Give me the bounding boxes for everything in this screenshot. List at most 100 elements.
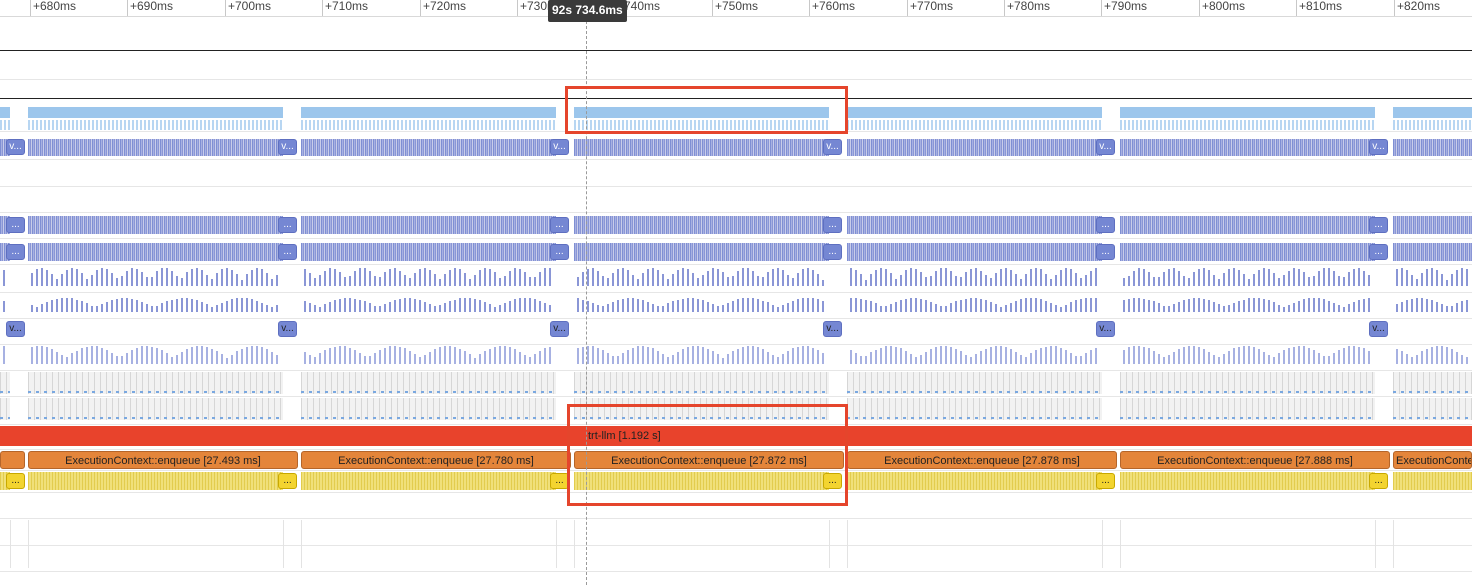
kernel-bar[interactable]: [980, 299, 982, 312]
kernel-bar[interactable]: [1128, 276, 1130, 286]
kernel-bar[interactable]: [504, 346, 506, 364]
kernel-bar[interactable]: [1348, 304, 1350, 312]
kernel-bar[interactable]: [1213, 302, 1215, 312]
kernel-bar[interactable]: [722, 305, 724, 312]
kernel-bar[interactable]: [812, 270, 814, 286]
kernel-bar[interactable]: [975, 354, 977, 364]
kernel-bar[interactable]: [865, 356, 867, 364]
kernel-bar[interactable]: [895, 302, 897, 312]
kernel-bar[interactable]: [226, 358, 228, 364]
kernel-bar[interactable]: [51, 300, 53, 312]
kernel-bar[interactable]: [86, 303, 88, 312]
kernel-bar[interactable]: [1421, 298, 1423, 312]
kernel-bar[interactable]: [1188, 299, 1190, 312]
kernel-bar[interactable]: [509, 271, 511, 286]
kernel-bar[interactable]: [31, 305, 33, 312]
kernel-bar[interactable]: [617, 356, 619, 364]
kernel-bar[interactable]: [855, 270, 857, 286]
kernel-bar[interactable]: [1090, 298, 1092, 312]
kernel-bar[interactable]: [499, 278, 501, 286]
kernel-bar[interactable]: [206, 347, 208, 364]
kernel-bar[interactable]: [309, 355, 311, 364]
kernel-bar[interactable]: [1253, 347, 1255, 364]
kernel-bar[interactable]: [925, 277, 927, 286]
kernel-bar[interactable]: [261, 347, 263, 364]
kernel-bar[interactable]: [161, 303, 163, 312]
kernel-bar[interactable]: [186, 298, 188, 312]
kernel-bar[interactable]: [860, 274, 862, 286]
kernel-row-slice[interactable]: [1120, 243, 1375, 261]
kernel-bar[interactable]: [1263, 299, 1265, 312]
kernel-bar[interactable]: [905, 351, 907, 364]
kernel-row-slice[interactable]: [1393, 243, 1472, 261]
kernel-bar[interactable]: [241, 298, 243, 312]
kernel-bar[interactable]: [870, 274, 872, 286]
kernel-bar[interactable]: [1318, 353, 1320, 364]
kernel-bar[interactable]: [717, 306, 719, 312]
kernel-bar[interactable]: [662, 306, 664, 312]
kernel-bar[interactable]: [81, 301, 83, 312]
kernel-bar[interactable]: [171, 271, 173, 286]
kernel-bar[interactable]: [1338, 305, 1340, 312]
kernel-bar[interactable]: [1158, 277, 1160, 286]
kernel-bar[interactable]: [1243, 274, 1245, 286]
kernel-bar[interactable]: [875, 350, 877, 364]
kernel-bar[interactable]: [1228, 351, 1230, 364]
kernel-bar[interactable]: [464, 298, 466, 312]
kernel-bar[interactable]: [1085, 353, 1087, 364]
kernel-bar[interactable]: [930, 349, 932, 364]
kernel-bar[interactable]: [577, 277, 579, 286]
kernel-bar[interactable]: [985, 300, 987, 312]
kernel-bar[interactable]: [647, 347, 649, 364]
kernel-bar[interactable]: [61, 298, 63, 312]
kernel-bar[interactable]: [702, 300, 704, 312]
kernel-bar[interactable]: [707, 349, 709, 364]
kernel-bar[interactable]: [1183, 300, 1185, 312]
kernel-bar[interactable]: [1040, 348, 1042, 364]
kernel-row-slice[interactable]: [1393, 216, 1472, 234]
kernel-bar[interactable]: [276, 355, 278, 364]
kernel-bar[interactable]: [1258, 298, 1260, 312]
collapsed-slice-chip[interactable]: v...: [1096, 321, 1115, 337]
kernel-bar[interactable]: [1223, 354, 1225, 364]
kernel-bar[interactable]: [787, 303, 789, 312]
memcpy-slice[interactable]: [28, 107, 283, 118]
kernel-bar[interactable]: [767, 302, 769, 312]
kernel-bar[interactable]: [792, 278, 794, 286]
kernel-bar[interactable]: [985, 275, 987, 286]
kernel-bar[interactable]: [1223, 306, 1225, 312]
kernel-bar[interactable]: [1456, 352, 1458, 364]
kernel-bar[interactable]: [46, 270, 48, 286]
kernel-bar[interactable]: [1085, 298, 1087, 312]
kernel-bar[interactable]: [31, 273, 33, 286]
kernel-bar[interactable]: [106, 350, 108, 364]
kernel-bar[interactable]: [1035, 268, 1037, 286]
kernel-bar[interactable]: [1411, 299, 1413, 312]
kernel-bar[interactable]: [935, 304, 937, 312]
kernel-bar[interactable]: [752, 298, 754, 312]
kernel-bar[interactable]: [166, 268, 168, 286]
kernel-bar[interactable]: [201, 346, 203, 364]
kernel-bar[interactable]: [1213, 275, 1215, 286]
kernel-bar[interactable]: [374, 276, 376, 286]
kernel-bar[interactable]: [787, 351, 789, 364]
kernel-bar[interactable]: [489, 304, 491, 312]
kernel-bar[interactable]: [379, 306, 381, 312]
kernel-bar[interactable]: [1138, 298, 1140, 312]
memcpy-slice[interactable]: [1393, 107, 1472, 118]
kernel-bar[interactable]: [1461, 268, 1463, 286]
kernel-bar[interactable]: [1173, 268, 1175, 286]
kernel-bar[interactable]: [1293, 268, 1295, 286]
kernel-bar[interactable]: [1416, 298, 1418, 312]
kernel-bar[interactable]: [1138, 268, 1140, 286]
kernel-bar[interactable]: [1243, 300, 1245, 312]
kernel-bar[interactable]: [1431, 300, 1433, 312]
kernel-bar[interactable]: [231, 355, 233, 364]
kernel-bar[interactable]: [1421, 273, 1423, 286]
kernel-bar[interactable]: [910, 268, 912, 286]
kernel-bar[interactable]: [544, 303, 546, 312]
kernel-bar[interactable]: [697, 299, 699, 312]
kernel-bar[interactable]: [1333, 303, 1335, 312]
kernel-bar[interactable]: [1183, 347, 1185, 364]
kernel-bar[interactable]: [191, 347, 193, 364]
